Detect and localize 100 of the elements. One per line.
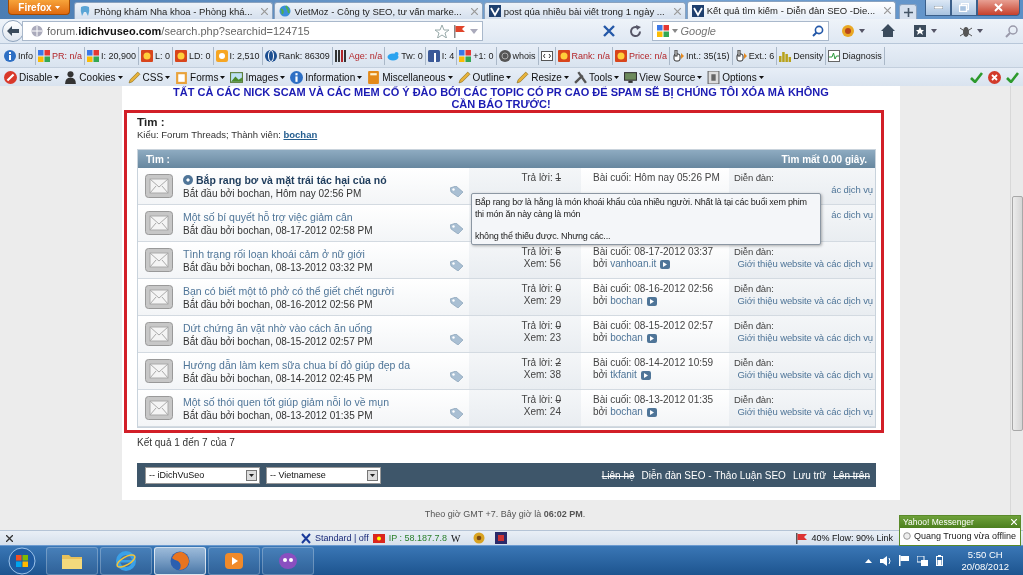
- toolbar-menu-button[interactable]: Disable: [2, 69, 63, 85]
- member-link[interactable]: bochan: [283, 129, 318, 140]
- thread-title-link[interactable]: Dứt chứng ăn vặt nhờ vào cách ăn uống: [183, 321, 450, 335]
- thread-title-link[interactable]: Tình trạng rối loạn khoái cảm ở nữ giới: [183, 247, 450, 261]
- go-to-post-button[interactable]: [660, 259, 671, 269]
- user-link[interactable]: vanhoan.it: [610, 258, 657, 269]
- wiki-glyph[interactable]: W: [451, 532, 461, 544]
- thread-title-link[interactable]: Một số thói quen tốt giúp giảm nỗi lo về mụn: [183, 395, 450, 409]
- toolbar-label: I: 4: [441, 50, 455, 61]
- footer-link[interactable]: Lên trên: [833, 469, 870, 481]
- toolbar-menu-button[interactable]: Forms: [173, 69, 229, 85]
- reply-count: Trả lời: 1: [521, 172, 561, 184]
- forum-link[interactable]: ác dịch vụ: [831, 209, 873, 221]
- new-tab-button[interactable]: [899, 4, 918, 19]
- go-to-post-button[interactable]: [640, 370, 651, 380]
- toolbar-menu-button[interactable]: Information: [288, 69, 366, 85]
- toolbar-button[interactable]: I: 4: [425, 46, 458, 65]
- taskbar-app-button[interactable]: [100, 546, 152, 575]
- thread-starter: Bắt đầu bởi bochan, 08-14-2012 02:45 PM: [183, 372, 374, 385]
- footer-link[interactable]: Lưu trữ: [792, 469, 827, 481]
- toolbar-button[interactable]: Age: n/a: [332, 46, 386, 65]
- dropdown-field[interactable]: -- iDichVuSeo: [145, 466, 260, 484]
- bookmarks-button[interactable]: [913, 24, 927, 38]
- tiles-icon: [38, 49, 50, 62]
- taskbar-app-button[interactable]: [208, 546, 260, 575]
- toolbar-menu-button[interactable]: Resize: [514, 69, 572, 85]
- home-button[interactable]: [881, 24, 895, 38]
- back-button[interactable]: [2, 20, 24, 42]
- toolbar-label: Age: n/a: [348, 50, 383, 61]
- search-input[interactable]: Google: [680, 25, 809, 37]
- tag-icon: [450, 371, 463, 382]
- dropdown-field[interactable]: -- Vietnamese: [266, 466, 381, 484]
- taskbar-app-button[interactable]: [154, 546, 206, 575]
- toolbar-button[interactable]: L: 0: [139, 46, 174, 65]
- toolbar-button[interactable]: Ext.: 6: [732, 46, 778, 65]
- forum-link[interactable]: Giới thiệu website và các dịch vụ: [737, 332, 873, 344]
- go-to-post-button[interactable]: [646, 296, 657, 306]
- toolbar-button[interactable]: I: 2,510: [213, 46, 263, 65]
- user-link[interactable]: tkfanit: [610, 369, 637, 380]
- toolbar-button[interactable]: Int.: 35(15): [670, 46, 733, 65]
- user-link[interactable]: bochan: [610, 295, 643, 306]
- reply-count: Trả lời: 0: [521, 283, 561, 295]
- footer-link[interactable]: Diễn đàn SEO - Thảo Luận SEO: [641, 469, 786, 481]
- thread-title-link[interactable]: Hướng dẫn làm kem sữa chua bí đỏ giúp đẹp da: [183, 358, 450, 372]
- toolbar-button[interactable]: Diagnosis: [826, 46, 885, 65]
- code-icon: [540, 49, 553, 62]
- sun-icon: [615, 49, 628, 62]
- toolbar-menu-button[interactable]: CSS: [125, 69, 174, 85]
- toolbar-button[interactable]: Density: [777, 46, 827, 65]
- toolbar-button[interactable]: Info: [2, 46, 36, 65]
- forum-link[interactable]: Giới thiệu website và các dịch vụ: [737, 406, 873, 418]
- toolbar-button[interactable]: Rank: 86309: [262, 46, 333, 65]
- stop-button[interactable]: [602, 25, 615, 37]
- toolbar-menu-button[interactable]: Outline: [455, 69, 515, 85]
- toolbar-menu-button[interactable]: Images: [228, 69, 289, 85]
- clock[interactable]: 5:50 CH 20/08/2012: [961, 548, 1009, 573]
- footer-link[interactable]: Liên hệ: [601, 469, 635, 481]
- toolbar-button[interactable]: Price: n/a: [613, 46, 671, 65]
- browser-tab[interactable]: Kết quả tìm kiếm - Diễn đàn SEO -Die...: [686, 1, 897, 19]
- thread-starter: Bắt đầu bởi bochan, 08-13-2012 01:35 PM: [183, 409, 374, 422]
- toolbar-button[interactable]: I: 20,900: [85, 46, 140, 65]
- toolbar-button[interactable]: whois: [496, 46, 539, 65]
- browser-tab[interactable]: VietMoz - Công ty SEO, tư vấn marke...: [274, 2, 483, 19]
- thread-title-link[interactable]: Một số bí quyết hỗ trợ việc giảm cân: [183, 210, 450, 224]
- user-link[interactable]: bochan: [610, 332, 643, 343]
- toolbar-menu-button[interactable]: Miscellaneous: [365, 69, 456, 85]
- forum-link[interactable]: Giới thiệu website và các dịch vụ: [737, 295, 873, 307]
- close-icon: [6, 534, 13, 542]
- toolbar-menu-button[interactable]: Cookies: [62, 69, 126, 85]
- toolbar-button[interactable]: +1: 0: [457, 46, 497, 65]
- minimize-button[interactable]: [925, 0, 951, 16]
- reload-button[interactable]: [628, 24, 642, 38]
- toolbar-button[interactable]: [538, 46, 556, 65]
- go-to-post-button[interactable]: [646, 407, 657, 417]
- toolbar-menu-button[interactable]: View Source: [622, 69, 706, 85]
- forum-link[interactable]: ác dịch vụ: [831, 184, 873, 196]
- close-button[interactable]: [6, 534, 13, 542]
- toolbar-button[interactable]: LD: 0: [173, 46, 214, 65]
- forum-link[interactable]: Giới thiệu website và các dịch vụ: [737, 369, 873, 381]
- toolbar-menu-button[interactable]: Options: [705, 69, 767, 85]
- toolbar-button[interactable]: PR: n/a: [36, 46, 86, 65]
- address-field[interactable]: forum.idichvuseo.com/search.php?searchid=124715: [22, 21, 483, 41]
- close-button[interactable]: [977, 0, 1020, 16]
- search-field[interactable]: Google: [651, 21, 829, 41]
- toolbar-button[interactable]: Rank: n/a: [555, 46, 614, 65]
- go-to-post-button[interactable]: [646, 333, 657, 343]
- pencil-icon: [516, 70, 530, 84]
- browser-tab[interactable]: post qúa nhiều bài viết trong 1 ngày ...: [483, 2, 686, 19]
- bird-icon: [387, 49, 400, 62]
- toolbar-menu-button[interactable]: Tools: [571, 69, 623, 85]
- thread-title-link[interactable]: Bắp rang bơ và mặt trái tác hại của nó: [183, 173, 450, 187]
- toolbar-button[interactable]: Tw: 0: [385, 46, 426, 65]
- forum-link[interactable]: Giới thiệu website và các dịch vụ: [737, 258, 873, 270]
- thread-title-link[interactable]: Bạn có biết một tô phở có thể giết chết người: [183, 284, 450, 298]
- browser-tab[interactable]: Phòng khám Nha khoa - Phòng khá...: [74, 2, 274, 19]
- taskbar-app-button[interactable]: [46, 546, 98, 575]
- bug-button[interactable]: [959, 24, 973, 38]
- maximize-button[interactable]: [951, 0, 977, 16]
- gear-button[interactable]: [841, 24, 855, 38]
- user-link[interactable]: bochan: [610, 406, 643, 417]
